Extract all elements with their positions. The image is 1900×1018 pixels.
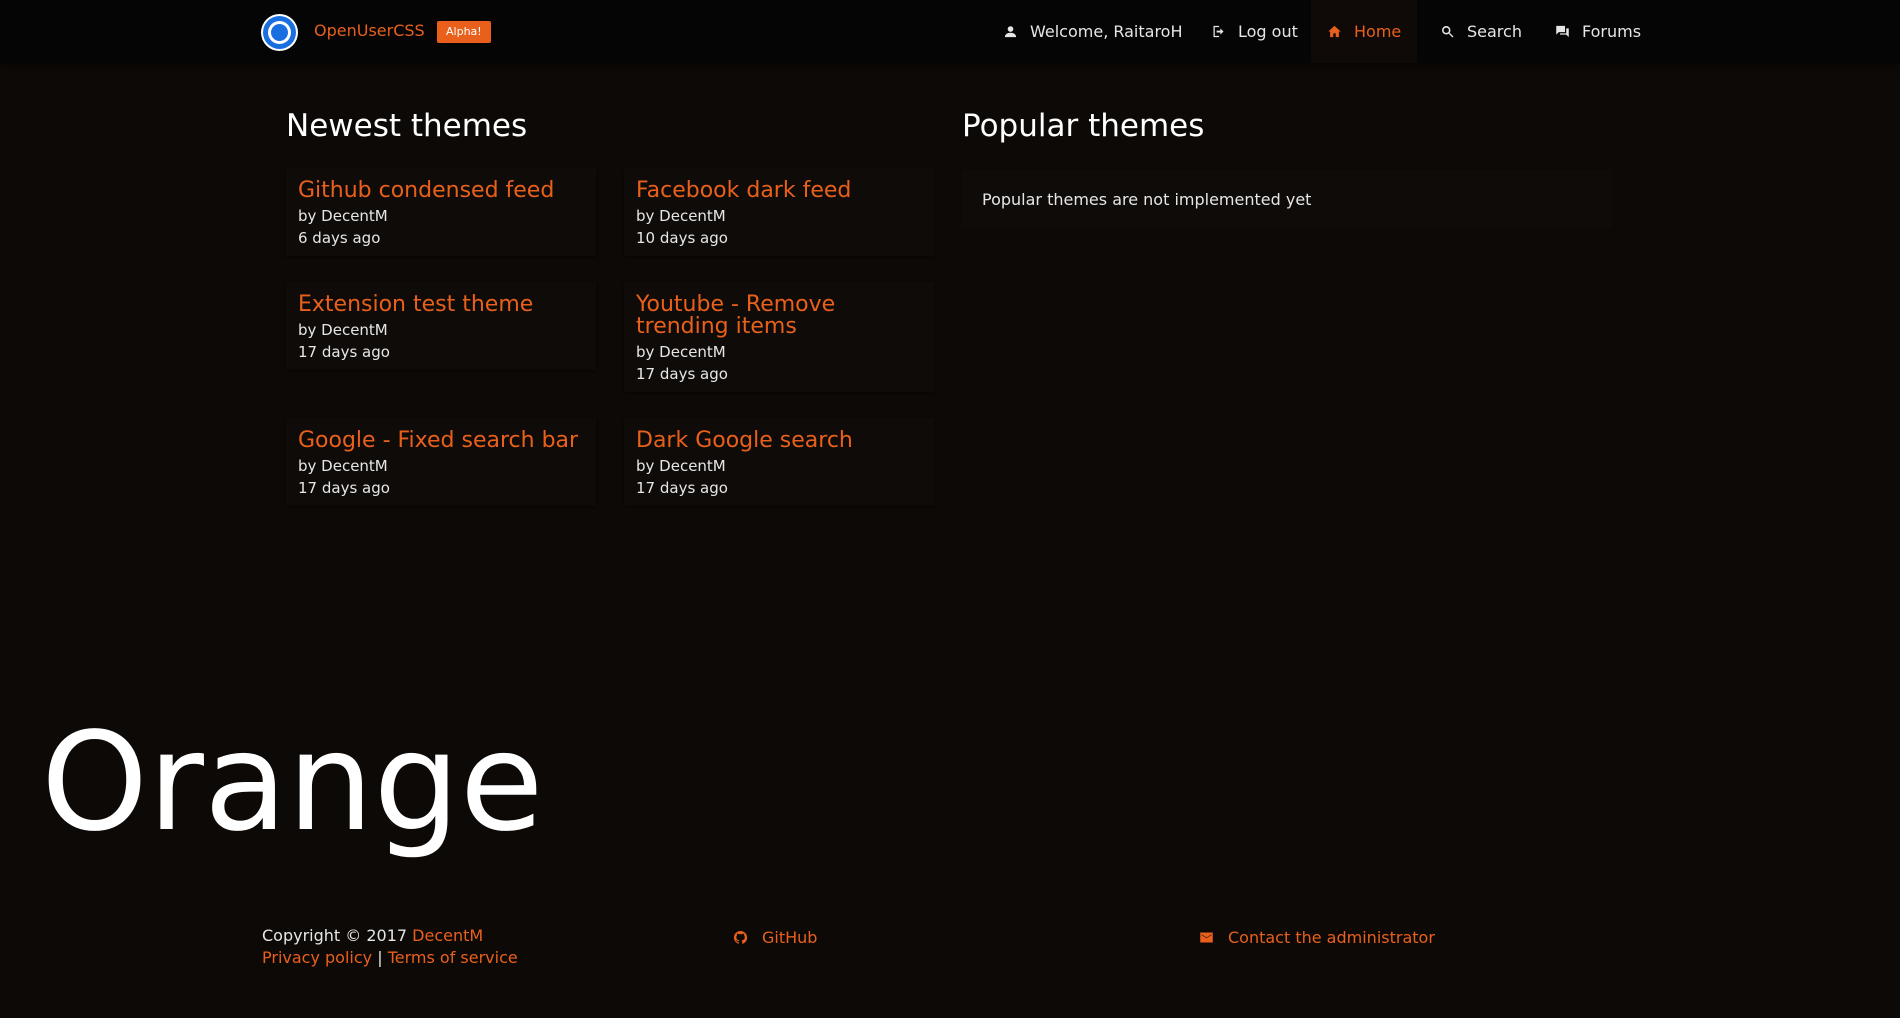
newest-themes-heading: Newest themes [286, 108, 528, 144]
theme-author: by DecentM [636, 207, 726, 225]
popular-themes-heading: Popular themes [962, 108, 1205, 144]
theme-card[interactable]: Dark Google search by DecentM 17 days ag… [624, 418, 934, 506]
nav-search-label: Search [1467, 22, 1522, 41]
copyright-text: Copyright © 2017 [262, 926, 408, 945]
github-icon [733, 930, 748, 944]
nav-logout-label: Log out [1238, 22, 1298, 41]
nav-home-label: Home [1354, 22, 1402, 41]
theme-card[interactable]: Extension test theme by DecentM 17 days … [286, 282, 596, 370]
home-icon [1328, 25, 1341, 38]
terms-of-service-link[interactable]: Terms of service [388, 948, 518, 967]
github-link-label: GitHub [762, 928, 818, 947]
logo-inner [268, 21, 291, 44]
theme-title-link[interactable]: Extension test theme [298, 294, 584, 316]
theme-age: 17 days ago [298, 479, 390, 497]
theme-author: by DecentM [636, 343, 726, 361]
logout-icon [1213, 25, 1224, 38]
search-icon [1442, 26, 1454, 38]
theme-title-link[interactable]: Google - Fixed search bar [298, 430, 584, 452]
theme-age: 10 days ago [636, 229, 728, 247]
theme-author: by DecentM [298, 207, 388, 225]
nav-logout[interactable]: Log out [1211, 0, 1298, 63]
nav-home[interactable]: Home [1311, 0, 1418, 63]
contact-admin-label: Contact the administrator [1228, 928, 1435, 947]
alpha-badge: Alpha! [437, 21, 491, 43]
openusercss-logo[interactable] [261, 14, 298, 51]
legal-links: Privacy policy | Terms of service [262, 948, 518, 967]
nav-welcome[interactable]: Welcome, RaitaroH [1003, 0, 1183, 63]
theme-age: 17 days ago [298, 343, 390, 361]
nav-forums-label: Forums [1582, 22, 1642, 41]
copyright-line: Copyright © 2017 DecentM [262, 926, 483, 945]
theme-card[interactable]: Youtube - Remove trending items by Decen… [624, 282, 934, 392]
top-navbar: OpenUserCSS Alpha! Welcome, RaitaroH Log… [0, 0, 1900, 63]
popular-themes-message: Popular themes are not implemented yet [982, 189, 1312, 209]
theme-title-link[interactable]: Facebook dark feed [636, 180, 922, 202]
overlay-text: Orange [41, 704, 544, 862]
brand-name[interactable]: OpenUserCSS [314, 21, 425, 40]
theme-card[interactable]: Google - Fixed search bar by DecentM 17 … [286, 418, 596, 506]
nav-forums[interactable]: Forums [1555, 0, 1641, 63]
nav-search[interactable]: Search [1440, 0, 1522, 63]
contact-admin-link[interactable]: Contact the administrator [1199, 928, 1435, 947]
logo-core [271, 24, 288, 41]
theme-card[interactable]: Facebook dark feed by DecentM 10 days ag… [624, 168, 934, 256]
theme-age: 17 days ago [636, 479, 728, 497]
legal-separator: | [377, 948, 383, 967]
theme-author: by DecentM [298, 457, 388, 475]
privacy-policy-link[interactable]: Privacy policy [262, 948, 372, 967]
theme-card[interactable]: Github condensed feed by DecentM 6 days … [286, 168, 596, 256]
nav-welcome-label: Welcome, RaitaroH [1030, 22, 1183, 41]
theme-age: 6 days ago [298, 229, 381, 247]
logo-ring [263, 16, 296, 49]
theme-title-link[interactable]: Youtube - Remove trending items [636, 294, 876, 338]
github-link[interactable]: GitHub [733, 928, 817, 947]
copyright-author-link[interactable]: DecentM [412, 926, 483, 945]
theme-author: by DecentM [636, 457, 726, 475]
theme-age: 17 days ago [636, 365, 728, 383]
popular-themes-notice: Popular themes are not implemented yet [962, 170, 1612, 228]
theme-title-link[interactable]: Dark Google search [636, 430, 922, 452]
mail-icon [1200, 932, 1213, 943]
user-icon [1004, 26, 1017, 38]
theme-title-link[interactable]: Github condensed feed [298, 180, 584, 202]
forum-icon [1556, 25, 1569, 38]
theme-author: by DecentM [298, 321, 388, 339]
